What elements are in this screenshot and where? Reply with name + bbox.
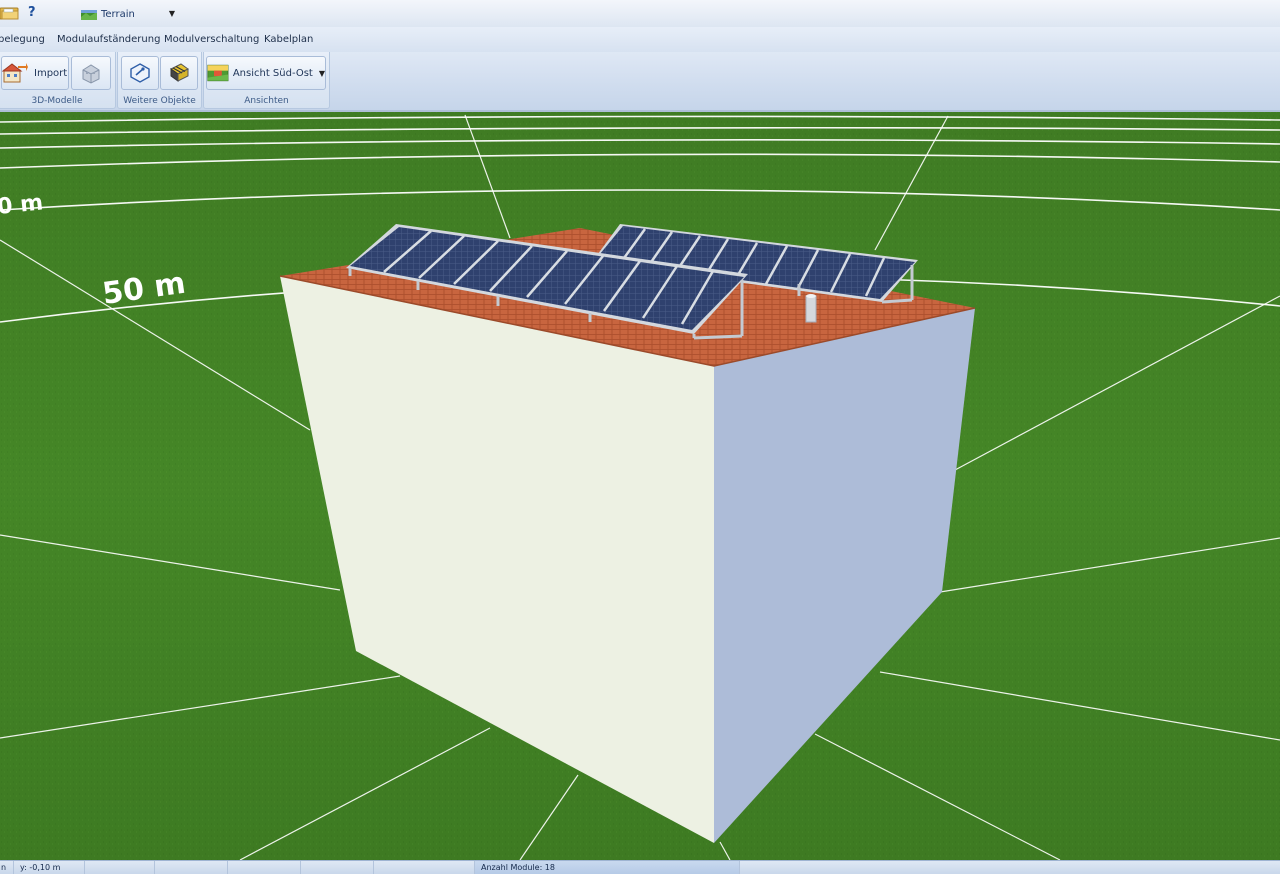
help-button[interactable]: ? <box>28 5 36 20</box>
terrain-dropdown[interactable]: Terrain ▼ <box>76 3 182 26</box>
scene-canvas[interactable]: 0 m 50 m <box>0 112 1280 860</box>
ribbon-tabs: belegung Modulaufständerung Modulverscha… <box>0 27 1280 52</box>
status-cell-empty-2 <box>155 861 228 874</box>
tab-modulaufstaenderung[interactable]: Modulaufständerung <box>57 34 160 45</box>
app-window: ? Terrain ▼ belegung Modulaufständerung … <box>0 0 1280 874</box>
terrain-label: Terrain <box>101 9 135 20</box>
landscape-view-icon <box>207 64 229 82</box>
import-button[interactable]: Import <box>1 56 69 90</box>
status-cell-empty-4 <box>301 861 374 874</box>
group-label-further-objects: Weitere Objekte <box>123 96 196 106</box>
tab-modulverschaltung[interactable]: Modulverschaltung <box>164 34 259 45</box>
group-further-objects: Weitere Objekte <box>117 52 202 109</box>
chevron-down-icon: ▼ <box>168 9 175 18</box>
striped-obstacle-icon <box>170 63 189 82</box>
chevron-down-icon: ▼ <box>318 68 325 78</box>
ribbon-panel: Import 3D-Modelle Weitere Objekte Ansich… <box>0 52 1280 112</box>
group-label-views: Ansichten <box>244 96 289 106</box>
3d-viewport[interactable]: 0 m 50 m <box>0 112 1280 860</box>
view-southeast-dropdown[interactable]: Ansicht Süd-Ost ▼ <box>206 56 326 90</box>
status-cell-empty-1 <box>84 861 155 874</box>
group-3d-models: Import 3D-Modelle <box>0 52 116 109</box>
model-library-button[interactable] <box>71 56 111 90</box>
distance-label-0: 0 m <box>0 190 44 220</box>
status-bar: n y: -0,10 m Anzahl Module: 18 <box>0 860 1280 874</box>
model-library-icon <box>82 64 100 84</box>
import-model-icon <box>2 63 28 83</box>
vent-pipe <box>805 295 817 323</box>
status-y-coordinate: y: -0,10 m <box>14 861 85 874</box>
cube-outline-icon <box>130 63 150 83</box>
tab-kabelplan[interactable]: Kabelplan <box>264 34 313 45</box>
open-folder-icon[interactable] <box>0 5 20 21</box>
obstacle-tool-button[interactable] <box>160 56 198 90</box>
object-tool-button[interactable] <box>121 56 159 90</box>
status-module-count: Anzahl Module: 18 <box>475 861 740 874</box>
view-southeast-label: Ansicht Süd-Ost <box>232 67 313 79</box>
status-x-coordinate: n <box>0 861 14 874</box>
group-views: Ansicht Süd-Ost ▼ Ansichten <box>203 52 330 109</box>
quick-access-toolbar: ? Terrain ▼ <box>0 0 1280 28</box>
tab-belegung[interactable]: belegung <box>0 34 45 45</box>
status-cell-empty-3 <box>228 861 301 874</box>
group-label-3d-models: 3D-Modelle <box>31 96 83 106</box>
status-cell-empty-5 <box>374 861 475 874</box>
import-label: Import <box>34 67 68 79</box>
terrain-icon <box>81 9 97 20</box>
